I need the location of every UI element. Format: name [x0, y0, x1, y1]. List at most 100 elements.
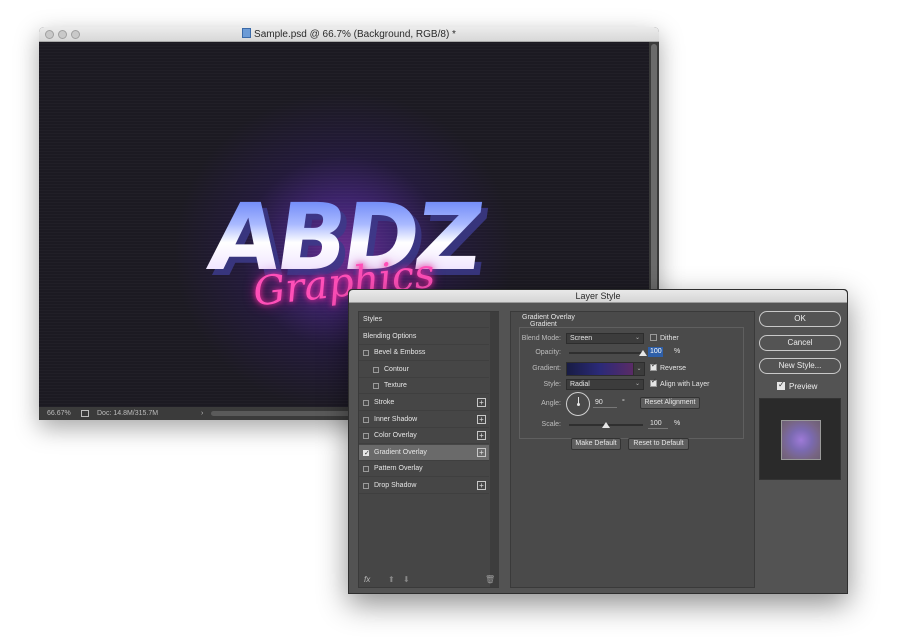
- opacity-unit: %: [674, 348, 681, 355]
- style-item-contour[interactable]: Contour: [359, 362, 489, 378]
- style-item-label: Bevel & Emboss: [374, 349, 426, 357]
- ok-button[interactable]: OK: [759, 311, 841, 327]
- scale-unit: %: [674, 420, 681, 427]
- add-style-plus-icon[interactable]: +: [477, 431, 486, 441]
- dither-checkbox[interactable]: Dither: [650, 334, 679, 344]
- doc-size: Doc: 14.8M/315.7M: [97, 410, 159, 417]
- preview-check-icon: [777, 380, 785, 390]
- scale-label: Scale:: [541, 421, 561, 428]
- horizontal-scrollbar[interactable]: [211, 411, 359, 416]
- document-title-text: Sample.psd @ 66.7% (Background, RGB/8) *: [254, 29, 456, 40]
- reset-alignment-button[interactable]: Reset Alignment: [640, 397, 700, 409]
- style-item-drop-shadow[interactable]: Drop Shadow +: [359, 478, 489, 494]
- document-title: Sample.psd @ 66.7% (Background, RGB/8) *: [39, 28, 659, 41]
- preview-swatch: [781, 420, 821, 460]
- scale-slider-thumb[interactable]: [602, 422, 610, 428]
- style-item-label: Contour: [384, 365, 409, 373]
- opacity-slider[interactable]: [569, 352, 643, 354]
- style-item-styles[interactable]: Styles: [359, 312, 489, 328]
- style-label: Style:: [543, 381, 561, 388]
- style-checkbox-icon[interactable]: [363, 446, 370, 462]
- style-checkbox-icon[interactable]: [363, 416, 369, 423]
- style-item-inner-shadow[interactable]: Inner Shadow +: [359, 412, 489, 428]
- align-with-layer-checkbox[interactable]: Align with Layer: [650, 377, 710, 390]
- angle-center-icon: [577, 403, 580, 406]
- align-check-icon: [650, 377, 657, 387]
- styles-scrollbar[interactable]: [490, 312, 499, 587]
- style-item-stroke[interactable]: Stroke +: [359, 395, 489, 411]
- style-item-label: Inner Shadow: [374, 415, 418, 423]
- blend-mode-value: Screen: [570, 335, 593, 342]
- style-checkbox-icon[interactable]: [363, 400, 369, 406]
- add-style-plus-icon[interactable]: +: [477, 398, 486, 407]
- add-style-plus-icon[interactable]: +: [477, 414, 486, 424]
- document-titlebar[interactable]: Sample.psd @ 66.7% (Background, RGB/8) *: [39, 27, 659, 42]
- blend-mode-label: Blend Mode:: [521, 335, 561, 342]
- opacity-label: Opacity:: [535, 349, 561, 356]
- new-style-button[interactable]: New Style...: [759, 358, 841, 374]
- status-menu-arrow-icon[interactable]: ›: [201, 407, 203, 420]
- dither-check-icon: [650, 334, 657, 341]
- chevron-down-icon: ⌄: [634, 335, 640, 341]
- style-item-bevel-emboss[interactable]: Bevel & Emboss: [359, 345, 489, 362]
- style-item-label: Texture: [384, 382, 407, 390]
- move-down-icon[interactable]: ⬇: [403, 572, 410, 588]
- align-label: Align with Layer: [660, 381, 710, 388]
- style-item-pattern-overlay[interactable]: Pattern Overlay: [359, 461, 489, 478]
- gradient-swatch[interactable]: [566, 362, 634, 376]
- style-checkbox-icon[interactable]: [363, 466, 369, 473]
- angle-dial[interactable]: [566, 392, 590, 416]
- gradient-dropdown-icon[interactable]: ⌄: [633, 362, 645, 376]
- style-item-label: Blending Options: [363, 332, 417, 340]
- style-item-label: Stroke: [374, 399, 395, 406]
- gradient-overlay-settings: Gradient Overlay Gradient Blend Mode: Sc…: [510, 311, 755, 588]
- preview-checkbox[interactable]: Preview: [777, 380, 818, 392]
- style-item-gradient-overlay[interactable]: Gradient Overlay +: [359, 444, 489, 462]
- style-checkbox-icon[interactable]: [363, 350, 369, 357]
- style-checkbox-icon[interactable]: [373, 383, 379, 390]
- reset-to-default-button[interactable]: Reset to Default: [628, 438, 689, 450]
- zoom-level[interactable]: 66.67%: [47, 407, 71, 420]
- blend-mode-select[interactable]: Screen ⌄: [566, 333, 644, 344]
- style-checkbox-icon[interactable]: [373, 366, 379, 373]
- style-item-blending-options[interactable]: Blending Options: [359, 329, 489, 345]
- styles-footer: fx ⬆ ⬇ 🗑: [359, 572, 495, 588]
- angle-input[interactable]: 90: [593, 398, 617, 408]
- chevron-down-icon: ⌄: [634, 381, 640, 387]
- style-item-color-overlay[interactable]: Color Overlay +: [359, 428, 489, 445]
- reverse-checkbox[interactable]: Reverse: [650, 361, 687, 374]
- style-item-texture[interactable]: Texture: [359, 378, 489, 395]
- style-item-label: Color Overlay: [374, 432, 417, 440]
- style-preview: [759, 398, 841, 480]
- style-select[interactable]: Radial ⌄: [566, 379, 644, 390]
- add-style-plus-icon[interactable]: +: [477, 447, 486, 457]
- opacity-slider-thumb[interactable]: [639, 350, 647, 356]
- style-item-label: Drop Shadow: [374, 482, 417, 489]
- reverse-label: Reverse: [660, 365, 687, 372]
- styles-list: Styles Blending Options Bevel & Emboss Cont…: [358, 311, 499, 588]
- make-default-button[interactable]: Make Default: [571, 438, 621, 450]
- reverse-check-icon: [650, 361, 657, 371]
- style-checkbox-icon[interactable]: [363, 433, 369, 440]
- style-item-label: Pattern Overlay: [374, 465, 423, 473]
- gradient-label: Gradient:: [532, 365, 561, 372]
- angle-unit: °: [622, 399, 625, 406]
- share-icon[interactable]: [81, 410, 89, 417]
- trash-icon[interactable]: 🗑: [485, 572, 495, 588]
- opacity-input[interactable]: 100: [648, 347, 663, 357]
- preview-label: Preview: [789, 382, 818, 391]
- move-up-icon[interactable]: ⬆: [388, 572, 395, 588]
- style-item-label: Styles: [363, 316, 383, 323]
- style-item-label: Gradient Overlay: [374, 448, 427, 456]
- style-checkbox-icon[interactable]: [363, 483, 369, 489]
- cancel-button[interactable]: Cancel: [759, 335, 841, 351]
- dither-label: Dither: [660, 335, 679, 342]
- psd-file-icon: [242, 28, 252, 38]
- dialog-title[interactable]: Layer Style: [349, 290, 847, 303]
- add-style-plus-icon[interactable]: +: [477, 481, 486, 490]
- angle-label: Angle:: [541, 400, 561, 407]
- scale-input[interactable]: 100: [648, 419, 668, 429]
- style-value: Radial: [570, 381, 590, 388]
- fx-icon[interactable]: fx: [364, 572, 370, 588]
- layer-style-dialog: Layer Style Styles Blending Options Bevel …: [348, 289, 848, 594]
